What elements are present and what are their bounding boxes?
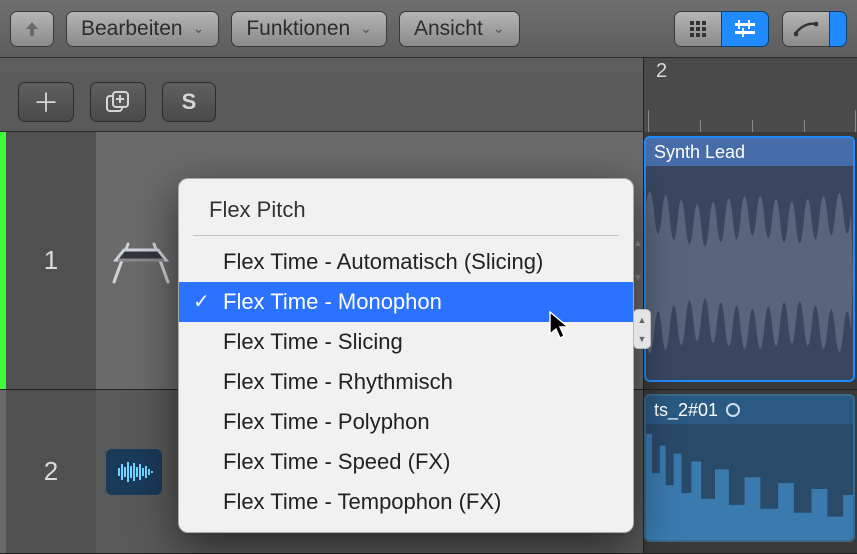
loop-icon (726, 403, 740, 417)
grid-view-button[interactable] (674, 11, 722, 47)
waveform-icon (646, 424, 853, 540)
popup-header-label: Flex Pitch (209, 197, 306, 222)
timeline-ruler[interactable]: 2 (643, 58, 857, 132)
audio-region[interactable]: ts_2#01 (644, 394, 855, 542)
add-track-button[interactable]: ＋ (18, 82, 74, 122)
flex-mode-popup: Flex Pitch Flex Time - Automatisch (Slic… (178, 178, 634, 533)
edit-menu-label: Bearbeiten (81, 17, 183, 41)
flex-option[interactable]: Flex Time - Speed (FX) (179, 442, 633, 482)
flex-option[interactable]: Flex Time - Slicing (179, 322, 633, 362)
track-number: 1 (6, 132, 96, 389)
flex-option[interactable]: Flex Time - Polyphon (179, 402, 633, 442)
flex-view-button[interactable] (721, 11, 769, 47)
flex-option-label: Flex Time - Polyphon (223, 409, 430, 434)
hierarchy-up-button[interactable] (10, 11, 54, 47)
region-lane[interactable]: Synth Lead (643, 132, 857, 389)
audio-region[interactable]: Synth Lead (644, 136, 855, 382)
waveform-icon (646, 166, 853, 379)
popup-stepper[interactable]: ▲▼ (633, 309, 651, 349)
track-number: 2 (6, 390, 96, 553)
automation-segmented (783, 11, 847, 47)
separator (193, 235, 619, 236)
region-lane[interactable]: ts_2#01 (643, 390, 857, 553)
flex-option-label: Flex Time - Monophon (223, 289, 442, 314)
solo-label: S (182, 89, 197, 115)
edit-menu[interactable]: Bearbeiten ⌄ (66, 11, 219, 47)
ruler-ticks (644, 96, 857, 132)
automation-extra-button[interactable] (829, 11, 847, 47)
flex-option[interactable]: Flex Time - Automatisch (Slicing) (179, 242, 633, 282)
check-icon: ✓ (193, 289, 210, 314)
solo-button[interactable]: S (162, 82, 216, 122)
ruler-bar-number: 2 (656, 60, 667, 83)
flex-option[interactable]: Flex Time - Rhythmisch (179, 362, 633, 402)
track-header-bar: ＋ S 2 (0, 72, 857, 132)
chevron-down-icon: ⌄ (193, 20, 205, 37)
view-menu[interactable]: Ansicht ⌄ (399, 11, 520, 47)
flex-option-label: Flex Time - Slicing (223, 329, 403, 354)
automation-curve-button[interactable] (782, 11, 830, 47)
region-name: Synth Lead (654, 142, 745, 163)
view-mode-segmented (675, 11, 769, 47)
main-toolbar: Bearbeiten ⌄ Funktionen ⌄ Ansicht ⌄ (0, 0, 857, 58)
functions-menu-label: Funktionen (246, 17, 350, 41)
region-header[interactable]: Synth Lead (646, 138, 853, 166)
view-menu-label: Ansicht (414, 17, 483, 41)
flex-option-label: Flex Time - Automatisch (Slicing) (223, 249, 543, 274)
flex-option[interactable]: Flex Time - Tempophon (FX) (179, 482, 633, 522)
region-name: ts_2#01 (654, 400, 718, 421)
flex-option[interactable]: ✓ Flex Time - Monophon (179, 282, 633, 322)
flex-option-label: Flex Time - Rhythmisch (223, 369, 453, 394)
chevron-down-icon: ⌄ (493, 20, 505, 37)
instrument-icon (106, 231, 176, 291)
flex-option-label: Flex Time - Speed (FX) (223, 449, 450, 474)
popup-header-item[interactable]: Flex Pitch (179, 187, 633, 233)
duplicate-track-button[interactable] (90, 82, 146, 122)
audio-track-icon (106, 449, 162, 495)
region-header[interactable]: ts_2#01 (646, 396, 853, 424)
flex-option-label: Flex Time - Tempophon (FX) (223, 489, 501, 514)
functions-menu[interactable]: Funktionen ⌄ (231, 11, 387, 47)
chevron-down-icon: ⌄ (360, 20, 372, 37)
